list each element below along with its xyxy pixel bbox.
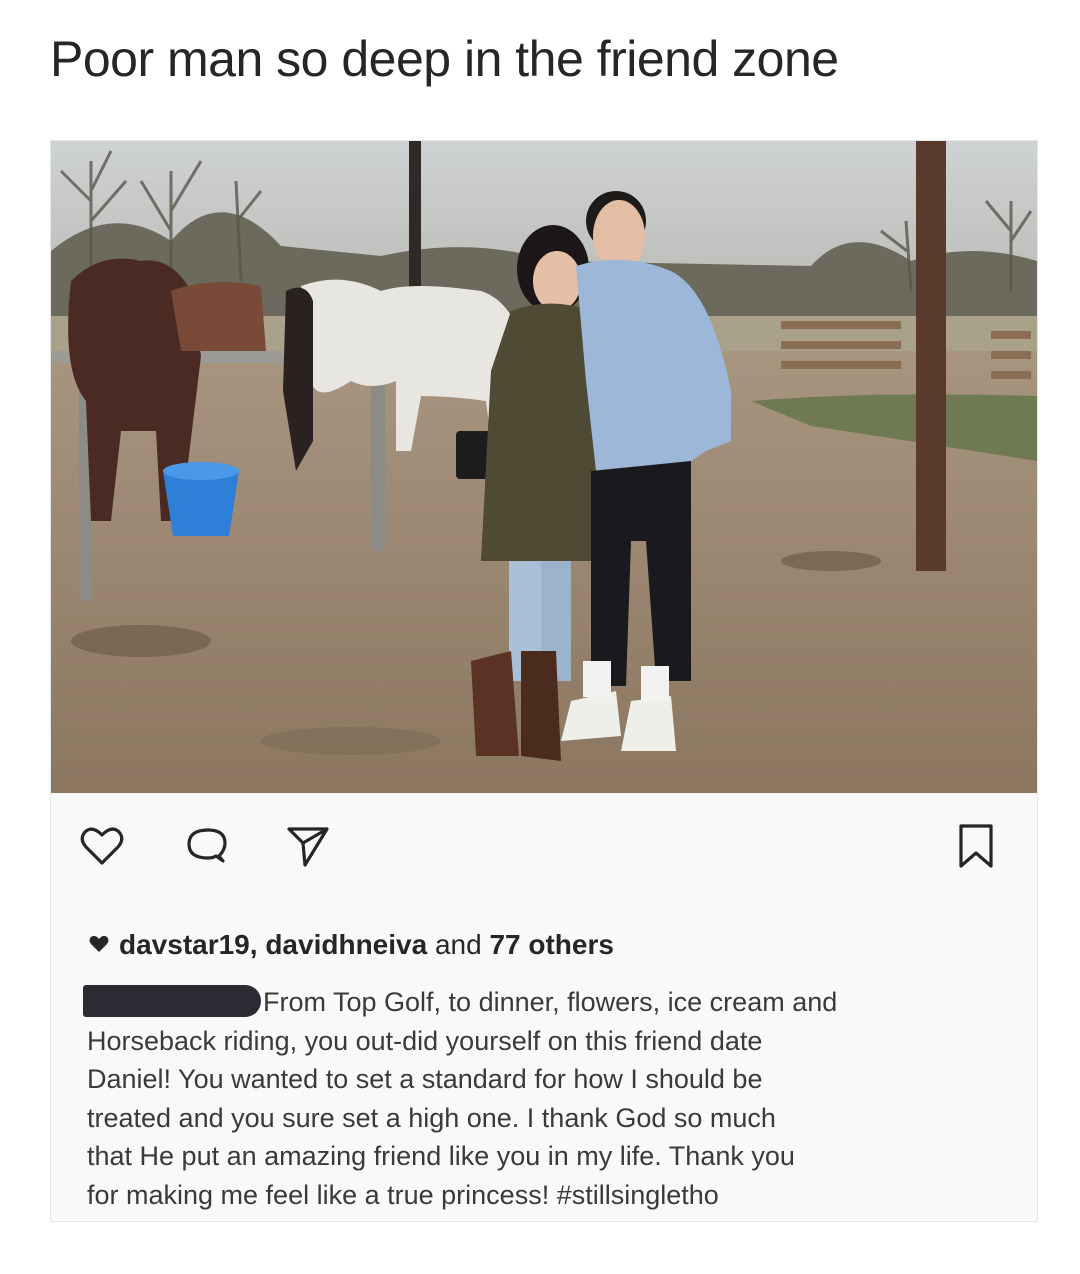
meme-title: Poor man so deep in the friend zone [50, 31, 839, 87]
like-user-2[interactable]: davidhneiva [265, 929, 427, 960]
bookmark-icon[interactable] [951, 821, 1001, 871]
caption-line-2: Horseback riding, you out-did yourself o… [87, 1025, 763, 1056]
caption-line-6: for making me feel like a true princess!… [87, 1179, 719, 1210]
likes-summary: davstar19, davidhneiva and 77 others [89, 929, 614, 961]
post-photo[interactable] [51, 141, 1037, 793]
post-caption: From Top Golf, to dinner, flowers, ice c… [83, 983, 1017, 1214]
likes-others[interactable]: 77 others [489, 929, 614, 960]
caption-line-4: treated and you sure set a high one. I t… [87, 1102, 776, 1133]
like-user-1[interactable]: davstar19, [119, 929, 258, 960]
caption-line-1: From Top Golf, to dinner, flowers, ice c… [83, 983, 1017, 1022]
comment-bubble-icon[interactable] [181, 821, 231, 871]
caption-line-3: Daniel! You wanted to set a standard for… [87, 1064, 763, 1094]
likes-connector: and [434, 929, 482, 960]
send-paper-plane-icon[interactable] [283, 821, 333, 871]
redacted-username [83, 985, 261, 1017]
heart-filled-icon [89, 935, 109, 952]
heart-outline-icon[interactable] [77, 821, 127, 871]
action-bar [51, 821, 1037, 881]
instagram-post: davstar19, davidhneiva and 77 others Fro… [50, 140, 1038, 1222]
caption-line-5: that He put an amazing friend like you i… [87, 1141, 795, 1171]
